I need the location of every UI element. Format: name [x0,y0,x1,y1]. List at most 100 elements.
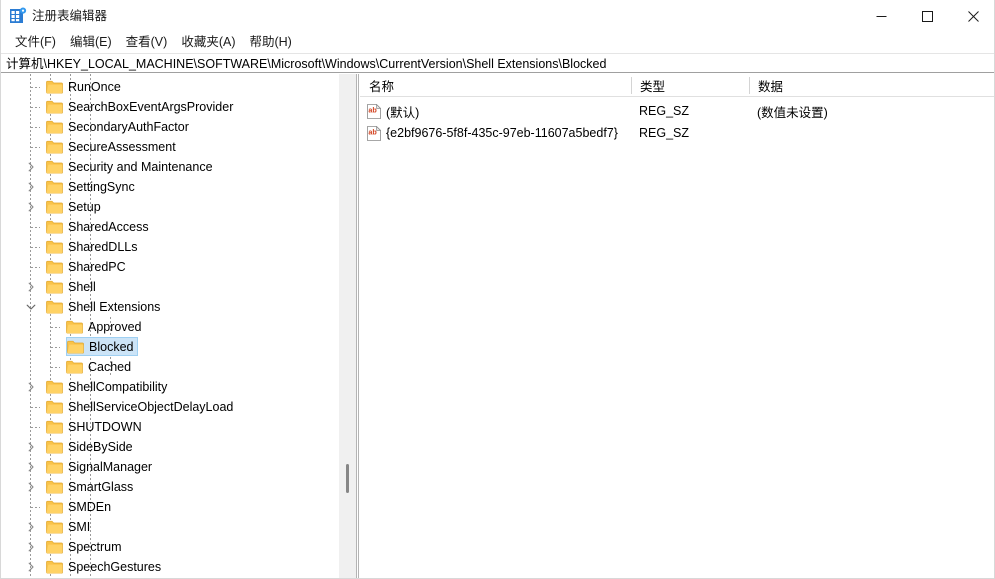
tree-item-sidebyside[interactable]: SideBySide [1,437,339,457]
tree-item-security-and-maintenance[interactable]: Security and Maintenance [1,157,339,177]
chevron-right-icon[interactable] [23,539,39,555]
menu-item-favorites[interactable]: 收藏夹(A) [174,33,242,52]
tree-item-sharedaccess[interactable]: SharedAccess [1,217,339,237]
address-bar[interactable]: 计算机\HKEY_LOCAL_MACHINE\SOFTWARE\Microsof… [1,53,994,73]
tree-item-content[interactable]: SharedPC [46,257,131,276]
tree-item-content[interactable]: SettingSync [46,177,140,196]
column-header-name[interactable]: 名称 [360,74,631,97]
tree-item-content[interactable]: Security and Maintenance [46,157,218,176]
close-button[interactable] [950,0,994,32]
chevron-right-icon[interactable] [23,199,39,215]
maximize-button[interactable] [904,0,950,32]
tree-item-content[interactable]: Setup [46,197,106,216]
tree-scrollbar[interactable] [339,74,356,578]
menu-item-view[interactable]: 查看(V) [119,33,175,52]
tree-scrollbar-thumb[interactable] [346,464,349,493]
registry-tree-pane[interactable]: RunOnce SearchBoxEventArgsProvider Seconda… [1,74,339,578]
window-title: 注册表编辑器 [32,9,108,23]
folder-icon [46,520,63,534]
tree-item-label: SettingSync [68,179,135,194]
tree-connector-line [31,427,40,428]
tree-item-secureassessment[interactable]: SecureAssessment [1,137,339,157]
value-name-cell[interactable]: ab (默认) [367,100,631,122]
tree-item-smartglass[interactable]: SmartGlass [1,477,339,497]
folder-icon [46,80,63,94]
tree-item-content[interactable]: SharedDLLs [46,237,143,256]
tree-item-label: ShellServiceObjectDelayLoad [68,399,234,414]
chevron-down-icon[interactable] [23,299,39,315]
tree-item-approved[interactable]: Approved [1,317,339,337]
minimize-button[interactable] [858,0,904,32]
value-row[interactable]: ab (默认) REG_SZ (数值未设置) [360,100,994,122]
chevron-right-icon[interactable] [23,519,39,535]
tree-item-content[interactable]: SecureAssessment [46,137,181,156]
chevron-right-icon[interactable] [23,459,39,475]
chevron-right-icon[interactable] [23,379,39,395]
tree-item-content[interactable]: SMDEn [46,497,116,516]
tree-item-secondaryauthfactor[interactable]: SecondaryAuthFactor [1,117,339,137]
tree-item-shareddlls[interactable]: SharedDLLs [1,237,339,257]
registry-values-pane[interactable]: 名称 类型 数据 ab (默认) REG_SZ (数值未设置) ab {e2bf9676-… [360,74,994,578]
tree-item-content[interactable]: SearchBoxEventArgsProvider [46,97,238,116]
tree-item-content[interactable]: Shell [46,277,101,296]
tree-item-content[interactable]: SharedAccess [46,217,154,236]
tree-item-shellserviceobjectdelayload[interactable]: ShellServiceObjectDelayLoad [1,397,339,417]
chevron-right-icon[interactable] [23,559,39,575]
tree-item-speechgestures[interactable]: SpeechGestures [1,557,339,577]
tree-item-content[interactable]: Blocked [66,337,139,356]
tree-connector-line [31,127,40,128]
tree-connector-line [31,507,40,508]
menu-item-file[interactable]: 文件(F) [8,33,63,52]
folder-icon [46,140,63,154]
tree-item-searchboxeventargsprovider[interactable]: SearchBoxEventArgsProvider [1,97,339,117]
tree-item-shutdown[interactable]: SHUTDOWN [1,417,339,437]
tree-item-content[interactable]: RunOnce [46,77,126,96]
chevron-right-icon[interactable] [23,439,39,455]
tree-item-content[interactable]: Cached [66,357,136,376]
menu-item-help[interactable]: 帮助(H) [242,33,298,52]
tree-item-content[interactable]: SHUTDOWN [46,417,147,436]
pane-splitter[interactable] [356,74,359,578]
value-row[interactable]: ab {e2bf9676-5f8f-435c-97eb-11607a5bedf7}… [360,122,994,144]
tree-item-content[interactable]: SmartGlass [46,477,138,496]
tree-item-content[interactable]: SMI [46,517,95,536]
chevron-right-icon[interactable] [23,479,39,495]
chevron-right-icon[interactable] [23,179,39,195]
tree-item-spectrum[interactable]: Spectrum [1,537,339,557]
tree-item-content[interactable]: SignalManager [46,457,157,476]
tree-item-content[interactable]: SecondaryAuthFactor [46,117,194,136]
tree-item-label: SearchBoxEventArgsProvider [68,99,234,114]
tree-item-settingsync[interactable]: SettingSync [1,177,339,197]
tree-item-content[interactable]: SideBySide [46,437,138,456]
tree-item-runonce[interactable]: RunOnce [1,77,339,97]
menu-item-edit[interactable]: 编辑(E) [63,33,119,52]
tree-item-content[interactable]: ShellCompatibility [46,377,172,396]
tree-item-smi[interactable]: SMI [1,517,339,537]
tree-item-sharedpc[interactable]: SharedPC [1,257,339,277]
tree-item-content[interactable]: ShellServiceObjectDelayLoad [46,397,238,416]
tree-item-shell[interactable]: Shell [1,277,339,297]
tree-item-content[interactable]: Shell Extensions [46,297,165,316]
folder-icon [46,280,63,294]
tree-item-shellcompatibility[interactable]: ShellCompatibility [1,377,339,397]
registry-editor-icon [9,7,27,25]
value-name-cell[interactable]: ab {e2bf9676-5f8f-435c-97eb-11607a5bedf7} [367,122,631,144]
value-type-cell: REG_SZ [639,104,690,118]
tree-item-smden[interactable]: SMDEn [1,497,339,517]
chevron-right-icon[interactable] [23,159,39,175]
chevron-right-icon[interactable] [23,279,39,295]
tree-item-signalmanager[interactable]: SignalManager [1,457,339,477]
tree-item-shell-extensions[interactable]: Shell Extensions [1,297,339,317]
tree-item-setup[interactable]: Setup [1,197,339,217]
column-header-type[interactable]: 类型 [631,74,749,97]
tree-item-content[interactable]: Spectrum [46,537,127,556]
tree-item-blocked[interactable]: Blocked [1,337,339,357]
column-header-data[interactable]: 数据 [749,74,994,97]
tree-item-content[interactable]: SpeechGestures [46,557,166,576]
folder-icon [46,560,63,574]
value-data-cell [757,122,994,144]
tree-connector-line [51,327,60,328]
tree-item-content[interactable]: Approved [66,317,147,336]
tree-item-label: Cached [88,359,132,374]
tree-item-cached[interactable]: Cached [1,357,339,377]
